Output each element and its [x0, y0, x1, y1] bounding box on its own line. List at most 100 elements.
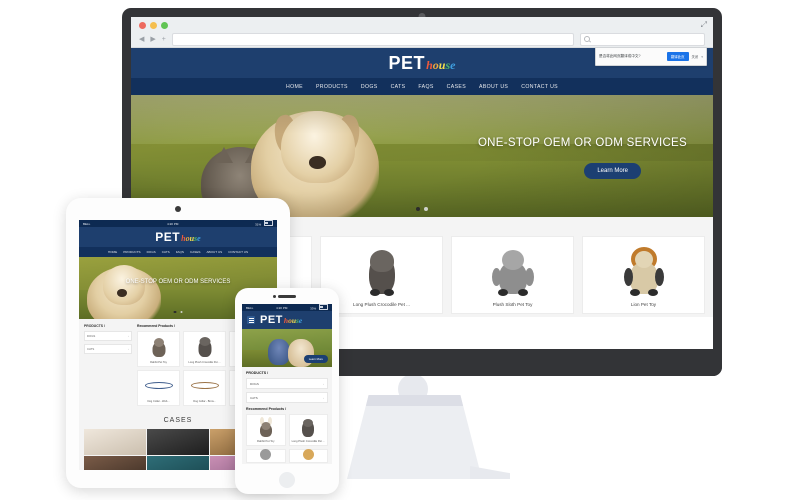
nav-item-dogs[interactable]: DOGS — [147, 250, 156, 254]
new-tab-button[interactable]: + — [162, 36, 166, 43]
nav-item-contact-us[interactable]: CONTACT US — [521, 84, 558, 90]
plush-toy-icon — [256, 416, 276, 439]
nav-item-contact-us[interactable]: CONTACT US — [228, 250, 248, 254]
case-photo[interactable] — [84, 429, 146, 455]
nav-item-dogs[interactable]: DOGS — [361, 84, 378, 90]
sidebar-item-dogs-label: DOGS — [87, 334, 96, 338]
nav-item-cases[interactable]: CASES — [190, 250, 201, 254]
monitor-stand-base-top — [365, 395, 464, 406]
tablet-battery-text: 31% — [255, 222, 262, 227]
minimize-window-icon[interactable] — [150, 22, 157, 29]
nav-item-cats[interactable]: CATS — [162, 250, 170, 254]
product-card[interactable]: Dog Collar - Brow... — [183, 370, 226, 406]
carousel-dots[interactable] — [416, 207, 428, 211]
back-arrow-icon[interactable]: ◀ — [139, 36, 144, 43]
product-card[interactable]: Plush Sloth Pet Toy — [451, 236, 574, 314]
chevron-down-icon[interactable]: ▾ — [701, 55, 703, 59]
phone-site-logo[interactable]: PET house — [260, 314, 302, 326]
carousel-dot-2[interactable] — [424, 207, 428, 211]
toy-head — [302, 449, 314, 460]
tablet-carrier-label: BELL — [83, 221, 91, 226]
product-card[interactable]: Rabbit Pet Toy — [246, 414, 286, 446]
case-photo[interactable] — [84, 456, 146, 470]
toy-foot-left — [629, 288, 640, 296]
carousel-dot-2[interactable] — [180, 310, 183, 313]
phone-carrier-label: BELL — [246, 305, 254, 310]
nav-item-home[interactable]: HOME — [286, 84, 303, 90]
close-window-icon[interactable] — [139, 22, 146, 29]
hero-child-figure — [268, 339, 290, 365]
site-logo[interactable]: PET house — [389, 53, 456, 74]
front-camera-icon — [175, 206, 181, 212]
product-card[interactable]: Rabbit Pet Toy — [137, 331, 180, 367]
recommend-title: Recommend Products / — [246, 407, 287, 411]
address-bar[interactable] — [171, 32, 574, 46]
product-card[interactable] — [246, 449, 286, 463]
toy-head — [260, 449, 272, 460]
product-name: Lion Pet Toy — [630, 302, 657, 307]
toy-arm-left — [623, 267, 633, 286]
product-card[interactable]: Lion Pet Toy — [582, 236, 705, 314]
plush-toy-icon — [359, 244, 405, 296]
phone-time-label: 4:20 PM — [276, 305, 288, 310]
learn-more-button[interactable]: Learn More — [584, 163, 641, 179]
logo-primary-text: PET — [260, 314, 283, 326]
hamburger-menu-icon[interactable] — [247, 316, 255, 324]
product-name: Rabbit Pet Toy — [257, 440, 275, 443]
mockup-stage: ⤢ ◀ ▶ + 是否将此网页翻译成中文? 翻译此页 关闭 ▾ PET house… — [0, 0, 800, 500]
phone-site-header: PET house — [242, 311, 332, 329]
home-button[interactable] — [279, 472, 295, 488]
sidebar-item-dogs[interactable]: DOGS › — [246, 378, 328, 389]
nav-item-about-us[interactable]: ABOUT US — [479, 84, 508, 90]
chevron-right-icon: › — [128, 334, 129, 338]
sidebar-title: PRODUCTS / — [246, 371, 269, 375]
nav-item-about-us[interactable]: ABOUT US — [206, 250, 222, 254]
toy-foot-left — [497, 288, 508, 296]
nav-item-products[interactable]: PRODUCTS — [123, 250, 140, 254]
product-card[interactable]: Long Plush Crocodile Pet ... — [288, 414, 328, 446]
chevron-right-icon: › — [323, 395, 324, 400]
toy-head — [369, 249, 394, 272]
phone-status-bar: BELL 4:20 PM 33% — [242, 304, 332, 311]
sidebar-item-dogs-label: DOGS — [250, 381, 259, 386]
plush-toy-icon — [148, 335, 170, 359]
monitor-stand-foot — [470, 466, 510, 479]
case-photo[interactable] — [147, 429, 209, 455]
nav-item-home[interactable]: HOME — [108, 250, 117, 254]
translate-prompt-bar[interactable]: 是否将此网页翻译成中文? 翻译此页 关闭 ▾ — [595, 47, 707, 66]
product-image — [247, 449, 285, 460]
sidebar-title: PRODUCTS / — [84, 324, 105, 328]
learn-more-button[interactable]: Learn More — [303, 355, 328, 363]
nav-item-cases[interactable]: CASES — [447, 84, 466, 90]
product-card[interactable]: Dog Collar - Web... — [137, 370, 180, 406]
sidebar-item-cats[interactable]: CATS › — [246, 392, 328, 403]
carousel-dots[interactable] — [173, 310, 183, 313]
logo-secondary-text: house — [426, 57, 456, 72]
search-input[interactable] — [580, 32, 705, 46]
toy-head — [153, 337, 164, 347]
nav-item-faqs[interactable]: FAQS — [418, 84, 433, 90]
sidebar-item-dogs[interactable]: DOGS › — [84, 331, 132, 341]
product-card[interactable] — [288, 449, 328, 463]
case-photo[interactable] — [147, 456, 209, 470]
translate-dismiss-button[interactable]: 关闭 — [692, 54, 699, 59]
translate-page-button[interactable]: 翻译此页 — [666, 52, 689, 61]
forward-arrow-icon[interactable]: ▶ — [150, 36, 155, 43]
tablet-products-sidebar: PRODUCTS / DOGS › CATS › — [84, 324, 132, 406]
sidebar-item-cats[interactable]: CATS › — [84, 344, 132, 354]
nav-item-products[interactable]: PRODUCTS — [316, 84, 348, 90]
nav-item-faqs[interactable]: FAQS — [176, 250, 184, 254]
zoom-window-icon[interactable] — [161, 22, 168, 29]
expand-icon[interactable]: ⤢ — [701, 20, 707, 30]
window-controls[interactable] — [139, 22, 168, 29]
battery-icon — [263, 220, 273, 226]
product-name: Dog Collar - Brow... — [193, 400, 216, 403]
browser-toolbar: ◀ ▶ + — [131, 31, 713, 47]
tablet-site-logo[interactable]: PET house — [155, 230, 200, 244]
carousel-dot-1[interactable] — [416, 207, 420, 211]
product-card[interactable]: Long Plush Crocodile Pet ... — [183, 331, 226, 367]
carousel-dot-1[interactable] — [173, 310, 176, 313]
nav-item-cats[interactable]: CATS — [391, 84, 406, 90]
main-navigation: HOME PRODUCTS DOGS CATS FAQS CASES ABOUT… — [131, 78, 713, 95]
product-image — [583, 237, 704, 302]
